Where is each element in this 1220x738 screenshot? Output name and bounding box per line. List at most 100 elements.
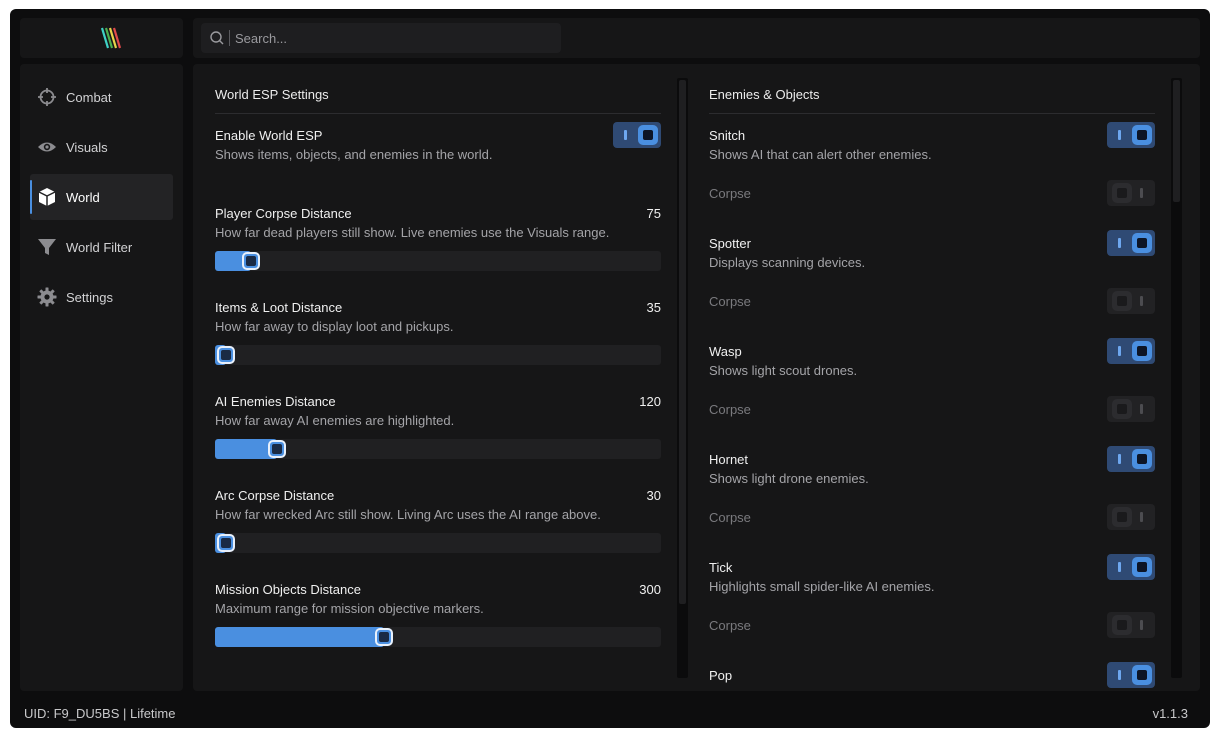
- world-esp-section: World ESP Settings Enable World ESP Show…: [215, 64, 661, 691]
- divider: [709, 113, 1155, 114]
- toggle-bar: [1140, 620, 1143, 630]
- toggle-knob: [1112, 615, 1132, 635]
- toggle-knob: [1132, 125, 1152, 145]
- toggle-knob: [1112, 399, 1132, 419]
- toggle-bar: [1118, 346, 1121, 356]
- mission-objects-distance-slider[interactable]: [215, 627, 661, 647]
- spotter-toggle[interactable]: [1107, 230, 1155, 256]
- slider-handle[interactable]: [268, 440, 286, 458]
- arc-corpse-distance-value: 30: [646, 488, 661, 503]
- toggle-bar: [1118, 454, 1121, 464]
- toggle-knob: [1132, 233, 1152, 253]
- crosshair-icon: [38, 88, 56, 106]
- player-corpse-distance-value: 75: [646, 206, 661, 221]
- toggle-knob: [1112, 183, 1132, 203]
- uid-label: UID: F9_DU5BS | Lifetime: [24, 706, 176, 721]
- tick-toggle[interactable]: [1107, 554, 1155, 580]
- tick-corpse-label: Corpse: [709, 618, 751, 633]
- wasp-toggle[interactable]: [1107, 338, 1155, 364]
- sidebar-item-visuals[interactable]: Visuals: [30, 124, 173, 170]
- snitch-corpse-label: Corpse: [709, 186, 751, 201]
- search-input[interactable]: [235, 23, 555, 53]
- spotter-label: Spotter: [709, 236, 751, 251]
- right-scrollbar[interactable]: [1171, 78, 1182, 678]
- sidebar: Combat Visuals World World Filter Settin…: [20, 64, 183, 691]
- sidebar-item-world[interactable]: World: [30, 174, 173, 220]
- wasp-corpse-toggle[interactable]: [1107, 396, 1155, 422]
- top-bar: [193, 18, 1200, 58]
- snitch-desc: Shows AI that can alert other enemies.: [709, 147, 932, 162]
- enable-world-esp-label: Enable World ESP: [215, 128, 323, 143]
- enable-world-esp-desc: Shows items, objects, and enemies in the…: [215, 147, 493, 162]
- pop-toggle[interactable]: [1107, 662, 1155, 688]
- sidebar-item-label: World: [66, 189, 100, 205]
- sidebar-item-label: Settings: [66, 289, 113, 305]
- sidebar-item-label: World Filter: [66, 239, 133, 255]
- tick-desc: Highlights small spider-like AI enemies.: [709, 579, 935, 594]
- search-box[interactable]: [201, 23, 561, 53]
- hornet-corpse-label: Corpse: [709, 510, 751, 525]
- mission-objects-distance-desc: Maximum range for mission objective mark…: [215, 601, 484, 616]
- spotter-corpse-label: Corpse: [709, 294, 751, 309]
- items-loot-distance-value: 35: [646, 300, 661, 315]
- toggle-bar: [1140, 404, 1143, 414]
- ai-enemies-distance-value: 120: [639, 394, 661, 409]
- arc-corpse-distance-label: Arc Corpse Distance: [215, 488, 335, 503]
- wasp-corpse-label: Corpse: [709, 402, 751, 417]
- ai-enemies-distance-slider[interactable]: [215, 439, 661, 459]
- filter-icon: [38, 239, 56, 255]
- wasp-desc: Shows light scout drones.: [709, 363, 858, 378]
- scrollbar-thumb[interactable]: [679, 80, 686, 604]
- pop-label: Pop: [709, 668, 733, 683]
- scrollbar-thumb[interactable]: [1173, 80, 1180, 202]
- left-scrollbar[interactable]: [677, 78, 688, 678]
- enable-world-esp-toggle[interactable]: [613, 122, 661, 148]
- arc-corpse-distance-desc: How far wrecked Arc still show. Living A…: [215, 507, 601, 522]
- section-title: World ESP Settings: [215, 87, 329, 102]
- mission-objects-distance-label: Mission Objects Distance: [215, 582, 361, 597]
- player-corpse-distance-slider[interactable]: [215, 251, 661, 271]
- sidebar-item-world-filter[interactable]: World Filter: [30, 224, 173, 270]
- toggle-bar: [1118, 130, 1121, 140]
- logo-icon: [100, 27, 122, 49]
- toggle-bar: [624, 130, 627, 140]
- snitch-corpse-toggle[interactable]: [1107, 180, 1155, 206]
- toggle-knob: [1132, 449, 1152, 469]
- version-label: v1.1.3: [1152, 706, 1188, 721]
- slider-handle[interactable]: [242, 252, 260, 270]
- slider-handle[interactable]: [217, 534, 235, 552]
- items-loot-distance-slider[interactable]: [215, 345, 661, 365]
- gear-icon: [37, 287, 57, 307]
- cube-icon: [38, 188, 56, 206]
- toggle-bar: [1140, 188, 1143, 198]
- sidebar-item-combat[interactable]: Combat: [30, 74, 173, 120]
- wasp-label: Wasp: [709, 344, 742, 359]
- mission-objects-distance-value: 300: [639, 582, 661, 597]
- toggle-bar: [1140, 512, 1143, 522]
- hornet-desc: Shows light drone enemies.: [709, 471, 869, 486]
- arc-corpse-distance-slider[interactable]: [215, 533, 661, 553]
- player-corpse-distance-label: Player Corpse Distance: [215, 206, 352, 221]
- slider-handle[interactable]: [217, 346, 235, 364]
- toggle-knob: [1132, 665, 1152, 685]
- spotter-corpse-toggle[interactable]: [1107, 288, 1155, 314]
- hornet-toggle[interactable]: [1107, 446, 1155, 472]
- snitch-toggle[interactable]: [1107, 122, 1155, 148]
- hornet-corpse-toggle[interactable]: [1107, 504, 1155, 530]
- ai-enemies-distance-desc: How far away AI enemies are highlighted.: [215, 413, 455, 428]
- divider: [215, 113, 661, 114]
- tick-corpse-toggle[interactable]: [1107, 612, 1155, 638]
- toggle-knob: [1112, 291, 1132, 311]
- sidebar-item-settings[interactable]: Settings: [30, 274, 173, 320]
- items-loot-distance-desc: How far away to display loot and pickups…: [215, 319, 454, 334]
- player-corpse-distance-desc: How far dead players still show. Live en…: [215, 225, 610, 240]
- search-caret: [229, 30, 230, 46]
- toggle-knob: [638, 125, 658, 145]
- snitch-label: Snitch: [709, 128, 746, 143]
- main-panel: World ESP Settings Enable World ESP Show…: [193, 64, 1200, 691]
- spotter-desc: Displays scanning devices.: [709, 255, 866, 270]
- toggle-bar: [1118, 670, 1121, 680]
- section-title: Enemies & Objects: [709, 87, 820, 102]
- slider-fill: [215, 627, 384, 647]
- slider-handle[interactable]: [375, 628, 393, 646]
